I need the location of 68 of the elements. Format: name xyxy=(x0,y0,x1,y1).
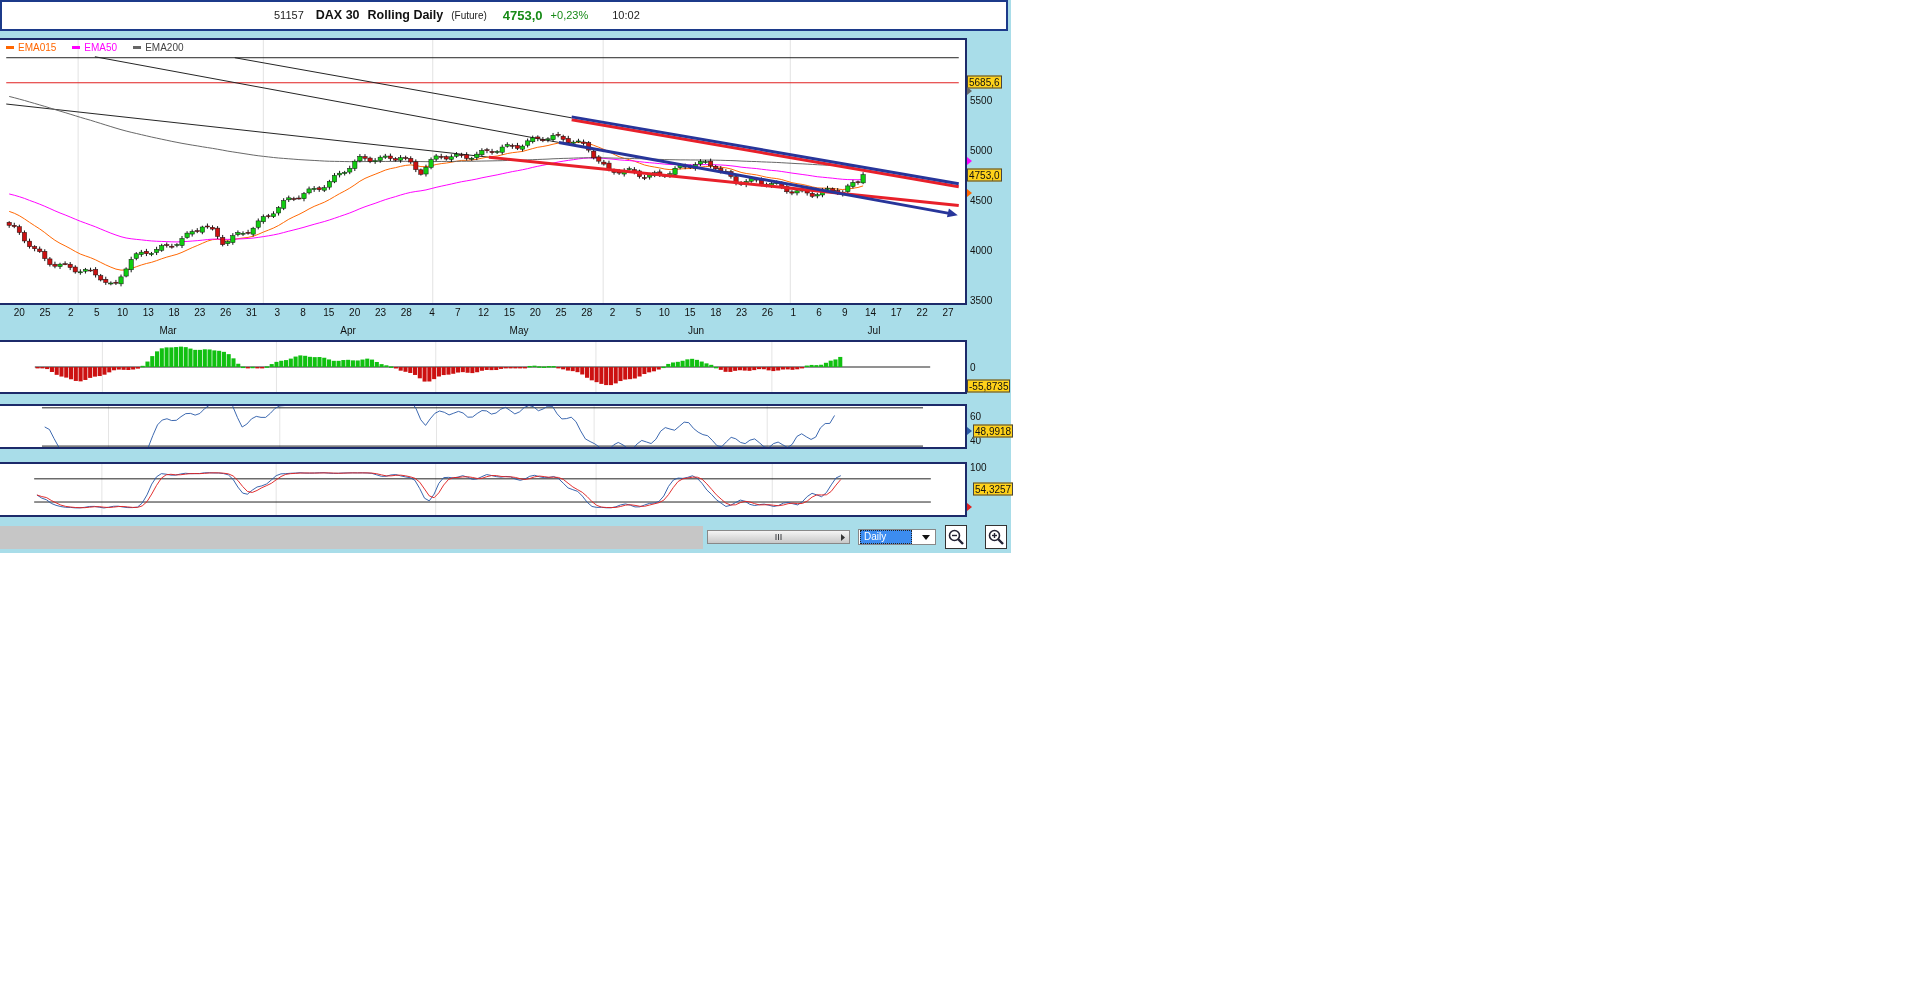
axis-label: 60 xyxy=(970,410,982,422)
date-label: 9 xyxy=(841,307,849,319)
instrument-code: 51157 xyxy=(274,8,304,24)
indicator-value: -55,8735 xyxy=(967,379,1011,393)
price-label: 5685,6 xyxy=(967,75,1002,89)
legend-label: EMA015 xyxy=(18,41,57,55)
date-label: 20 xyxy=(348,307,362,319)
date-label: 15 xyxy=(322,307,336,319)
date-label: 3 xyxy=(273,307,282,319)
instrument-name: DAX 30 xyxy=(315,7,360,25)
price-label: 4753,0 xyxy=(967,168,1002,182)
date-label: 15 xyxy=(502,307,516,319)
date-label: 18 xyxy=(167,307,181,319)
last-price: 4753,0 xyxy=(502,6,543,25)
axis-label: 5500 xyxy=(970,94,993,106)
date-label: 15 xyxy=(683,307,697,319)
date-label: 22 xyxy=(915,307,929,319)
date-label: 1 xyxy=(789,307,797,319)
date-label: 7 xyxy=(454,307,462,319)
date-label: 5 xyxy=(92,307,101,319)
axis-label: 100 xyxy=(970,461,987,473)
date-label: 23 xyxy=(193,307,207,319)
date-label: 23 xyxy=(735,307,749,319)
date-label: 25 xyxy=(554,307,568,319)
date-label: 28 xyxy=(580,307,594,319)
legend-label: EMA50 xyxy=(84,41,118,55)
date-label: 25 xyxy=(38,307,52,319)
scroll-grip[interactable]: III xyxy=(774,531,783,543)
date-label: 26 xyxy=(219,307,233,319)
axis-label: 0 xyxy=(970,361,976,373)
date-label: 27 xyxy=(941,307,955,319)
date-label: 31 xyxy=(244,307,258,319)
selected-option: Daily xyxy=(860,530,912,544)
date-label: 2 xyxy=(608,307,617,319)
axis-label: 4000 xyxy=(970,244,993,256)
axis-label: 5000 xyxy=(970,144,993,156)
date-label: 5 xyxy=(634,307,643,319)
axis-label: 3500 xyxy=(970,294,993,306)
indicator-value: 48,9918 xyxy=(973,424,1014,438)
price-change: +0,23% xyxy=(550,8,589,24)
date-label: 10 xyxy=(657,307,671,319)
month-label: May xyxy=(509,324,529,338)
date-label: 28 xyxy=(399,307,413,319)
date-label: 8 xyxy=(299,307,307,319)
quote-time: 10:02 xyxy=(612,8,640,24)
contract-type: (Future) xyxy=(451,9,487,23)
date-label: 2 xyxy=(67,307,75,319)
date-label: 20 xyxy=(528,307,542,319)
date-label: 17 xyxy=(889,307,903,319)
month-label: Apr xyxy=(340,324,356,338)
horizontal-scrollbar[interactable]: III xyxy=(707,530,850,544)
chart-title: Rolling Daily xyxy=(367,7,444,25)
indicator-value: 54,3257 xyxy=(973,482,1014,496)
month-label: Jul xyxy=(867,324,881,338)
date-label: 12 xyxy=(477,307,491,319)
legend-label: EMA200 xyxy=(145,41,184,55)
date-label: 13 xyxy=(141,307,155,319)
date-label: 26 xyxy=(760,307,774,319)
month-label: Jun xyxy=(687,324,705,338)
date-label: 4 xyxy=(428,307,436,319)
date-label: 14 xyxy=(864,307,878,319)
date-label: 23 xyxy=(373,307,387,319)
date-label: 10 xyxy=(115,307,130,319)
date-label: 20 xyxy=(12,307,26,319)
date-label: 18 xyxy=(709,307,723,319)
date-label: 6 xyxy=(815,307,823,319)
month-label: Mar xyxy=(159,324,177,338)
axis-label: 4500 xyxy=(970,194,993,206)
